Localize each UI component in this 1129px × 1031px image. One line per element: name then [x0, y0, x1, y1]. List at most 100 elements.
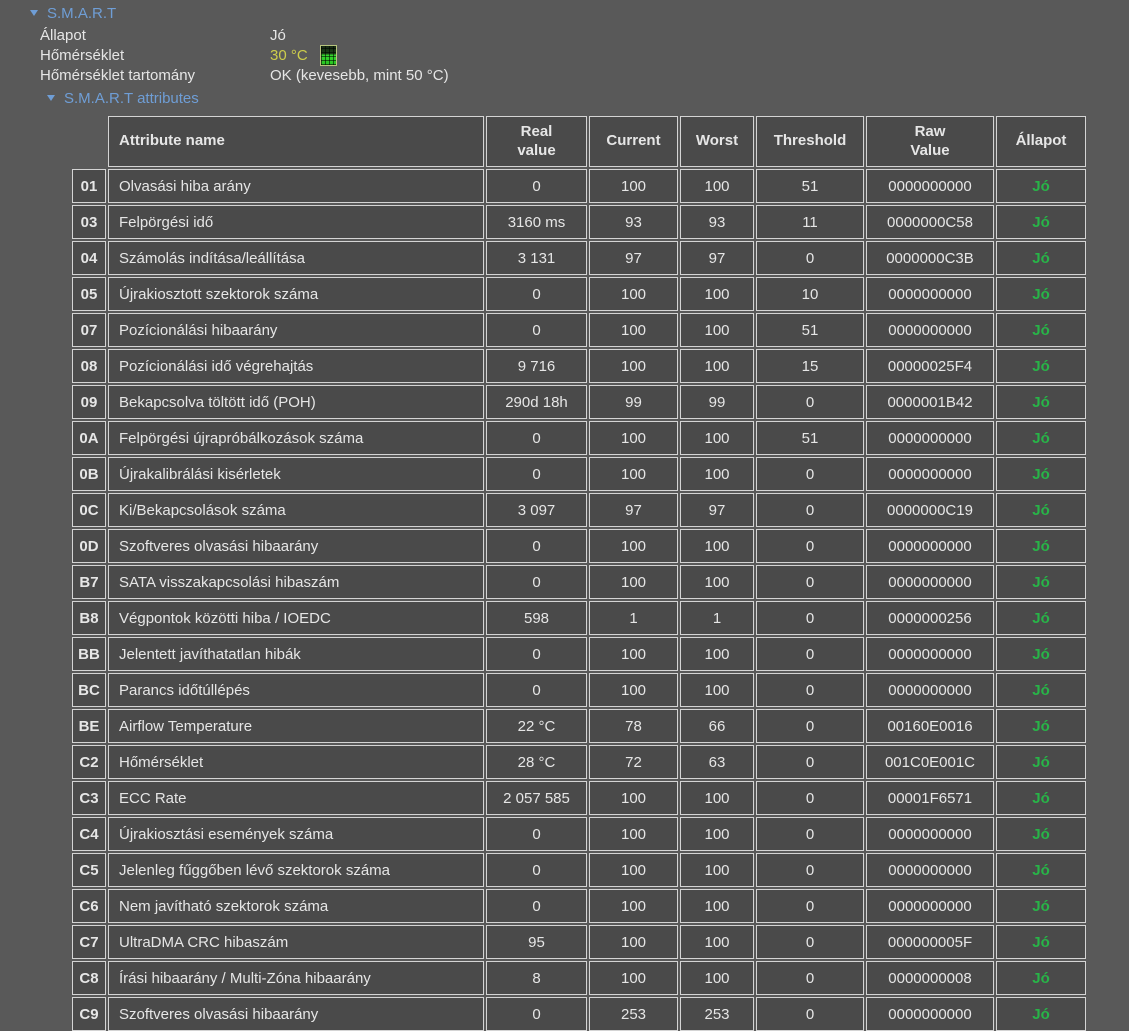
- real-value-cell: 0: [486, 457, 587, 491]
- real-value-cell: 22 °C: [486, 709, 587, 743]
- attribute-id-cell: 0A: [72, 421, 106, 455]
- threshold-value-cell: 0: [756, 529, 864, 563]
- status-cell: Jó: [996, 421, 1086, 455]
- current-value-cell: 100: [589, 565, 678, 599]
- real-value-cell: 0: [486, 853, 587, 887]
- status-cell: Jó: [996, 241, 1086, 275]
- status-cell: Jó: [996, 169, 1086, 203]
- real-value-cell: 0: [486, 313, 587, 347]
- subsection-title: S.M.A.R.T attributes: [64, 89, 199, 107]
- worst-value-cell: 93: [680, 205, 754, 239]
- threshold-value-cell: 0: [756, 637, 864, 671]
- column-header: Állapot: [996, 116, 1086, 167]
- current-value-cell: 100: [589, 889, 678, 923]
- collapse-arrow-icon[interactable]: [30, 10, 38, 16]
- threshold-value-cell: 0: [756, 385, 864, 419]
- attribute-name-cell: UltraDMA CRC hibaszám: [108, 925, 484, 959]
- attribute-name-cell: Airflow Temperature: [108, 709, 484, 743]
- threshold-value-cell: 51: [756, 421, 864, 455]
- status-cell: Jó: [996, 457, 1086, 491]
- status-cell: Jó: [996, 385, 1086, 419]
- attribute-name-cell: Pozícionálási idő végrehajtás: [108, 349, 484, 383]
- attribute-name-cell: Hőmérséklet: [108, 745, 484, 779]
- real-value-cell: 0: [486, 529, 587, 563]
- column-header: Real value: [486, 116, 587, 167]
- raw-value-cell: 0000000C3B: [866, 241, 994, 275]
- current-value-cell: 1: [589, 601, 678, 635]
- raw-value-cell: 000000005F: [866, 925, 994, 959]
- real-value-cell: 3 097: [486, 493, 587, 527]
- threshold-value-cell: 0: [756, 961, 864, 995]
- current-value-cell: 99: [589, 385, 678, 419]
- attribute-name-cell: Felpörgési újrapróbálkozások száma: [108, 421, 484, 455]
- raw-value-cell: 0000000C58: [866, 205, 994, 239]
- current-value-cell: 100: [589, 853, 678, 887]
- raw-value-cell: 0000000000: [866, 997, 994, 1031]
- smart-panel: S.M.A.R.T Állapot Jó Hőmérséklet 30 °C H…: [0, 0, 1129, 1031]
- attribute-name-cell: Szoftveres olvasási hibaarány: [108, 997, 484, 1031]
- raw-value-cell: 00001F6571: [866, 781, 994, 815]
- attribute-id-cell: C5: [72, 853, 106, 887]
- threshold-value-cell: 0: [756, 925, 864, 959]
- attribute-name-cell: Ki/Bekapcsolások száma: [108, 493, 484, 527]
- current-value-cell: 100: [589, 457, 678, 491]
- status-cell: Jó: [996, 817, 1086, 851]
- collapse-arrow-icon[interactable]: [47, 95, 55, 101]
- real-value-cell: 0: [486, 817, 587, 851]
- attribute-id-cell: 07: [72, 313, 106, 347]
- attribute-id-cell: 03: [72, 205, 106, 239]
- attribute-name-cell: Újrakiosztott szektorok száma: [108, 277, 484, 311]
- status-cell: Jó: [996, 961, 1086, 995]
- worst-value-cell: 100: [680, 889, 754, 923]
- raw-value-cell: 0000000C19: [866, 493, 994, 527]
- current-value-cell: 93: [589, 205, 678, 239]
- threshold-value-cell: 51: [756, 313, 864, 347]
- section-header-smart[interactable]: S.M.A.R.T: [0, 0, 1129, 23]
- attribute-name-cell: Jelentett javíthatatlan hibák: [108, 637, 484, 671]
- attribute-id-cell: C3: [72, 781, 106, 815]
- attribute-name-cell: Bekapcsolva töltött idő (POH): [108, 385, 484, 419]
- attribute-id-cell: C9: [72, 997, 106, 1031]
- status-cell: Jó: [996, 997, 1086, 1031]
- attribute-name-cell: Felpörgési idő: [108, 205, 484, 239]
- attribute-id-cell: 04: [72, 241, 106, 275]
- current-value-cell: 97: [589, 493, 678, 527]
- attribute-id-cell: C8: [72, 961, 106, 995]
- attribute-name-cell: SATA visszakapcsolási hibaszám: [108, 565, 484, 599]
- status-cell: Jó: [996, 529, 1086, 563]
- attribute-id-cell: 01: [72, 169, 106, 203]
- current-value-cell: 100: [589, 529, 678, 563]
- raw-value-cell: 0000000000: [866, 565, 994, 599]
- info-row-temperature: Hőmérséklet 30 °C: [40, 44, 1129, 66]
- smart-attributes-table: Attribute name Real value Current Worst Thre…: [72, 116, 1086, 1031]
- attribute-name-cell: Olvasási hiba arány: [108, 169, 484, 203]
- raw-value-cell: 00000025F4: [866, 349, 994, 383]
- attribute-id-cell: 0D: [72, 529, 106, 563]
- raw-value-cell: 0000000000: [866, 637, 994, 671]
- raw-value-cell: 0000000000: [866, 817, 994, 851]
- attribute-id-cell: C2: [72, 745, 106, 779]
- status-cell: Jó: [996, 205, 1086, 239]
- info-row-temp-range: Hőmérséklet tartomány OK (kevesebb, mint…: [40, 65, 1129, 85]
- attribute-name-cell: Írási hibaarány / Multi-Zóna hibaarány: [108, 961, 484, 995]
- worst-value-cell: 63: [680, 745, 754, 779]
- worst-value-cell: 100: [680, 637, 754, 671]
- threshold-value-cell: 0: [756, 781, 864, 815]
- raw-value-cell: 0000000000: [866, 277, 994, 311]
- real-value-cell: 0: [486, 637, 587, 671]
- attribute-name-cell: Újrakiosztási események száma: [108, 817, 484, 851]
- worst-value-cell: 100: [680, 817, 754, 851]
- attribute-id-cell: C4: [72, 817, 106, 851]
- worst-value-cell: 100: [680, 961, 754, 995]
- raw-value-cell: 0000000000: [866, 421, 994, 455]
- status-cell: Jó: [996, 781, 1086, 815]
- threshold-value-cell: 0: [756, 997, 864, 1031]
- worst-value-cell: 100: [680, 673, 754, 707]
- raw-value-cell: 001C0E001C: [866, 745, 994, 779]
- section-header-smart-attributes[interactable]: S.M.A.R.T attributes: [0, 88, 1129, 108]
- real-value-cell: 290d 18h: [486, 385, 587, 419]
- real-value-cell: 9 716: [486, 349, 587, 383]
- status-cell: Jó: [996, 313, 1086, 347]
- temperature-gauge-icon: [319, 44, 337, 66]
- current-value-cell: 78: [589, 709, 678, 743]
